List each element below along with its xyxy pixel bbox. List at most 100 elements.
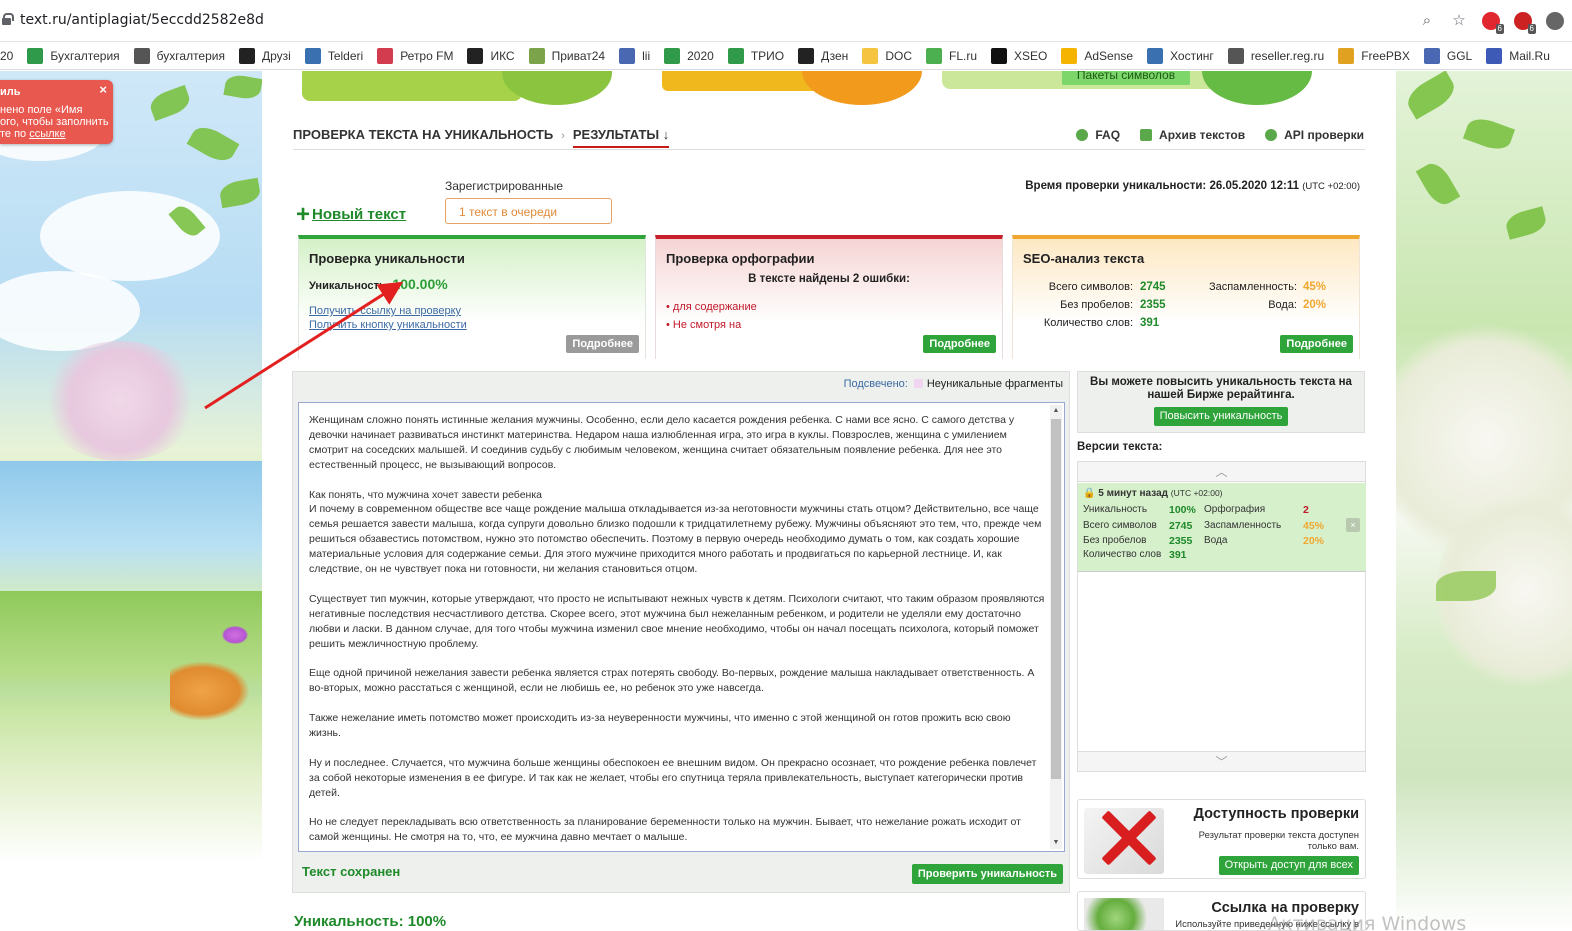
scroll-up-icon[interactable]: ▲ [1050,405,1062,417]
plus-icon: + [296,201,311,228]
new-text-link[interactable]: + Новый текст [296,201,406,229]
version-nospace-value: 2355 [1169,535,1193,547]
bookmark-item[interactable]: Бухгалтерия [27,47,120,64]
access-title: Доступность проверки [1193,806,1359,822]
check-uniqueness-button[interactable]: Проверить уникальность [911,864,1063,884]
open-access-button[interactable]: Открыть доступ для всех [1218,856,1359,875]
bookmark-item[interactable]: бухгалтерия [133,47,225,64]
uniqueness-line: Уникальность: 100.00% [309,276,448,292]
version-words-label: Количество слов [1083,549,1162,560]
version-total-label: Всего символов [1083,520,1157,531]
bookmark-item[interactable]: DOC [862,47,912,64]
red-cross-icon [1098,808,1158,868]
bookmark-item[interactable]: Mail.Ru [1486,47,1550,64]
archive-link[interactable]: Архив текстов [1140,128,1245,142]
seo-spam-label: Заспамленность: [1208,281,1297,293]
highlight-label[interactable]: Подсвечено: [844,378,908,390]
profile-avatar[interactable] [1546,12,1564,30]
bookmark-item[interactable]: GGL [1423,47,1472,64]
get-button-link[interactable]: Получить кнопку уникальности [309,319,467,331]
bookmark-item[interactable]: 2020 [664,47,714,64]
spelling-error[interactable]: • для содержание [666,301,757,313]
more-button[interactable]: Подробнее [923,335,996,353]
increase-uniqueness-button[interactable]: Повысить уникальность [1153,407,1289,426]
seo-nospace-value: 2355 [1140,299,1166,311]
popup-line: нено поле «Имя [0,104,83,116]
version-spam-value: 45% [1303,520,1325,532]
zoom-icon[interactable]: ⌕ [1418,12,1436,30]
chevron-down-icon[interactable]: ﹀ [1078,751,1365,771]
scrollbar[interactable]: ▲ ▼ [1050,405,1062,849]
link-image [1084,898,1164,930]
popup-link[interactable]: ссылке [29,128,65,140]
version-item[interactable]: 🔒 5 минут назад (UTC +02:00) Уникальност… [1078,483,1366,572]
text-area[interactable]: Женщинам сложно понять истинные желания … [298,402,1065,852]
highlight-swatch [913,379,923,388]
bookmark-item[interactable]: XSEO [991,47,1048,64]
bookmark-label: ИКС [490,48,515,63]
bookmark-item[interactable]: Дзен [798,47,848,64]
radio-icon [377,47,394,64]
bookmark-item[interactable]: Ретро FM [377,47,453,64]
version-tz: (UTC +02:00) [1170,488,1223,498]
bookmark-item[interactable]: Приват24 [528,47,606,64]
archive-label: Архив текстов [1159,128,1246,142]
chevron-up-icon[interactable]: ︿ [1078,462,1365,482]
fl-icon [925,47,942,64]
card-title: Проверка уникальности [309,251,465,266]
versions-label: Версии текста: [1077,441,1163,453]
bookmark-item[interactable]: FreePBX [1338,47,1410,64]
hosting-icon [1147,47,1164,64]
extension-icon[interactable]: 6 [1482,12,1504,34]
bookmark-label: Приват24 [551,48,606,63]
star-icon [467,47,484,64]
globe-icon [1227,47,1244,64]
queue-status[interactable]: 1 текст в очереди [445,198,612,224]
bookmark-star-icon[interactable]: ☆ [1450,12,1468,30]
card-title: SEO-анализ текста [1023,251,1145,266]
card-title: Проверка орфографии [666,251,815,266]
bookmark-item[interactable]: AdSense [1061,47,1133,64]
highlight-legend: Подсвечено: Неуникальные фрагменты [844,378,1063,390]
bookmark-item[interactable]: lii [619,47,650,64]
bookmark-item[interactable]: ИКС [467,47,515,64]
delete-version-icon[interactable]: × [1346,518,1360,532]
url-field[interactable]: text.ru/antiplagiat/5eccdd2582e8d [20,12,264,28]
spelling-error[interactable]: • Не смотря на [666,319,741,331]
dzen-icon [798,47,815,64]
bookmark-label: DOC [885,48,912,63]
rewrite-promo: Вы можете повысить уникальность текста н… [1077,371,1365,433]
adblock-icon[interactable]: 6 [1514,12,1536,34]
faq-link[interactable]: FAQ [1076,128,1120,142]
background-left [0,71,262,931]
bookmark-item[interactable]: 20 [0,48,13,64]
get-link-link[interactable]: Получить ссылку на проверку [309,305,461,317]
versions-list: ︿ 🔒 5 минут назад (UTC +02:00) Уникально… [1077,461,1366,772]
more-button[interactable]: Подробнее [1280,335,1353,353]
lock-icon[interactable] [2,13,14,25]
cat-image [170,661,250,721]
bookmark-label: Mail.Ru [1509,48,1550,63]
bookmark-label: Хостинг [1170,48,1214,63]
close-icon[interactable]: × [99,83,107,96]
bookmark-item[interactable]: Хостинг [1147,47,1214,64]
bookmark-item[interactable]: reseller.reg.ru [1227,47,1324,64]
bookmark-item[interactable]: ТРИО [727,47,784,64]
scroll-thumb[interactable] [1051,419,1061,779]
breadcrumb-check-text[interactable]: ПРОВЕРКА ТЕКСТА НА УНИКАЛЬНОСТЬ [293,127,553,142]
bookmark-item[interactable]: FL.ru [925,47,977,64]
access-card: Доступность проверки Результат проверки … [1077,799,1366,879]
bookmark-label: XSEO [1014,48,1048,63]
promo-text: Вы можете повысить уникальность текста н… [1090,376,1352,401]
api-link[interactable]: API проверки [1265,128,1364,142]
seo-total-label: Всего символов: [1048,281,1133,293]
more-button[interactable]: Подробнее [566,335,639,353]
bookmark-item[interactable]: Друзі [238,47,291,64]
breadcrumb-results[interactable]: РЕЗУЛЬТАТЫ ↓ [572,127,670,148]
symbol-packets-button[interactable]: Пакеты символов [1062,71,1190,85]
warning-popup: иль × нено поле «Имя ого, чтобы заполнит… [0,80,113,144]
bookmark-item[interactable]: Telderi [304,47,363,64]
scroll-down-icon[interactable]: ▼ [1050,837,1062,849]
version-when: 5 минут назад [1098,488,1168,499]
text-content[interactable]: Женщинам сложно понять истинные желания … [309,413,1045,845]
